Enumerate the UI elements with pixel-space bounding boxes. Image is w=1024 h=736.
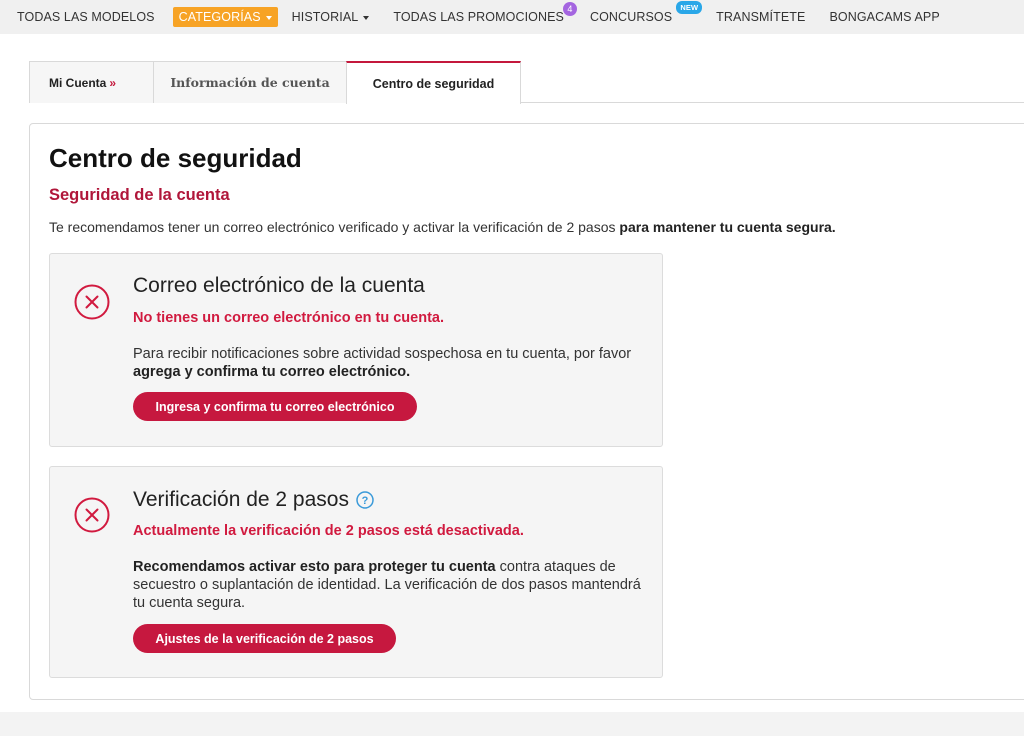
email-desc-plain: Para recibir notificaciones sobre activi…: [133, 346, 632, 362]
nav-promotions-label: TODAS LAS PROMOCIONES: [393, 10, 564, 24]
tab-my-account[interactable]: Mi Cuenta »: [29, 61, 154, 103]
nav-contests[interactable]: CONCURSOS NEW: [589, 1, 703, 24]
error-circle-x-icon: [74, 497, 110, 533]
email-card-title-text: Correo electrónico de la cuenta: [133, 274, 425, 297]
nav-app[interactable]: BONGACAMS APP: [829, 10, 939, 24]
nav-categories[interactable]: CATEGORÍAS: [172, 7, 278, 27]
question-circle-icon[interactable]: ?: [356, 491, 374, 509]
email-card-alert: No tienes un correo electrónico en tu cu…: [133, 310, 445, 326]
intro-bold: para mantener tu cuenta segura.: [619, 219, 836, 235]
two-step-card-title-text: Verificación de 2 pasos: [133, 488, 349, 511]
caret-down-icon: [265, 15, 272, 20]
nav-app-label: BONGACAMS APP: [829, 10, 940, 24]
intro-plain: Te recomendamos tener un correo electrón…: [49, 219, 616, 235]
new-badge: NEW: [676, 1, 703, 14]
two-step-card: Verificación de 2 pasos ? Actualmente la…: [49, 466, 663, 678]
email-card: Correo electrónico de la cuenta No tiene…: [49, 253, 663, 447]
two-step-desc-bold: Recomendamos activar esto para proteger …: [133, 559, 496, 575]
email-card-description: Para recibir notificaciones sobre activi…: [133, 345, 653, 381]
nav-contests-label: CONCURSOS: [589, 10, 673, 24]
tab-account-info-label: Información de cuenta: [170, 75, 330, 90]
section-title: Seguridad de la cuenta: [49, 186, 230, 204]
caret-down-icon: [363, 15, 370, 20]
footer-strip: [0, 712, 1024, 736]
two-step-settings-button[interactable]: Ajustes de la verificación de 2 pasos: [133, 624, 396, 653]
two-step-card-title: Verificación de 2 pasos ?: [133, 488, 374, 512]
intro-text: Te recomendamos tener un correo electrón…: [49, 219, 836, 235]
error-circle-x-icon: [74, 284, 110, 320]
two-step-card-description: Recomendamos activar esto para proteger …: [133, 558, 653, 612]
email-desc-bold: agrega y confirma tu correo electrónico.: [133, 364, 411, 380]
nav-all-models[interactable]: TODAS LAS MODELOS: [17, 10, 155, 24]
email-card-title: Correo electrónico de la cuenta: [133, 274, 425, 298]
two-step-card-alert: Actualmente la verificación de 2 pasos e…: [133, 523, 524, 539]
tab-security-center-label: Centro de seguridad: [372, 76, 495, 91]
promotions-count-badge: 4: [562, 2, 577, 16]
nav-categories-label: CATEGORÍAS: [178, 10, 261, 24]
top-navigation: TODAS LAS MODELOS CATEGORÍAS HISTORIAL T…: [0, 0, 1024, 34]
confirm-email-button[interactable]: Ingresa y confirma tu correo electrónico: [133, 392, 417, 421]
nav-history[interactable]: HISTORIAL: [292, 10, 370, 24]
nav-broadcast-label: TRANSMÍTETE: [716, 10, 806, 24]
account-tabs: Mi Cuenta » Información de cuenta Centro…: [29, 61, 1024, 104]
page-title: Centro de seguridad: [49, 143, 302, 173]
tab-my-account-label: Mi Cuenta: [49, 75, 107, 90]
svg-text:?: ?: [362, 495, 369, 507]
tab-account-info[interactable]: Información de cuenta: [153, 61, 347, 103]
tab-security-center[interactable]: Centro de seguridad: [346, 61, 521, 104]
breadcrumb-arrow: »: [109, 75, 117, 90]
nav-broadcast[interactable]: TRANSMÍTETE: [716, 10, 805, 24]
nav-promotions[interactable]: TODAS LAS PROMOCIONES 4: [393, 2, 577, 24]
nav-history-label: HISTORIAL: [291, 10, 359, 24]
nav-all-models-label: TODAS LAS MODELOS: [17, 10, 155, 24]
